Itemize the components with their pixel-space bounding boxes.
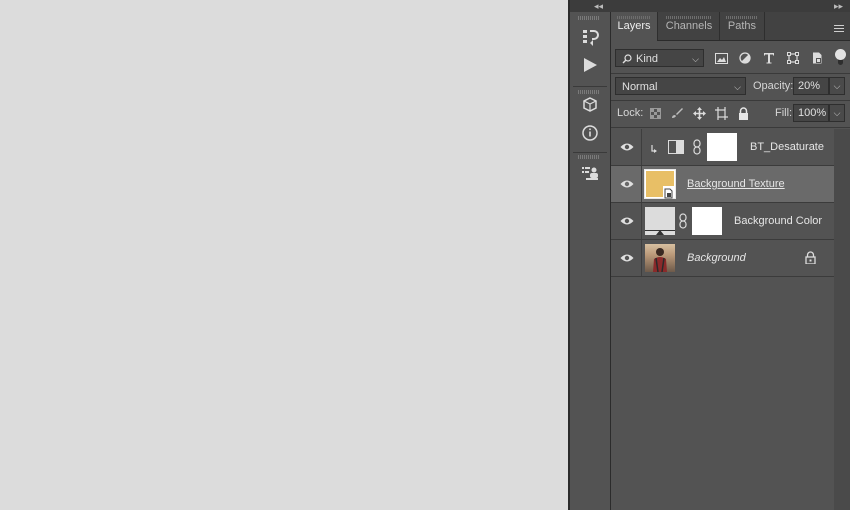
panel-menu-icon[interactable]: [834, 20, 844, 32]
adjustment-filter-icon[interactable]: [735, 49, 755, 67]
divider: [641, 203, 642, 239]
tab-paths[interactable]: Paths: [719, 12, 765, 40]
fill-dropdown[interactable]: ⌵: [829, 104, 845, 122]
tab-label: Layers: [617, 20, 651, 32]
lock-artboard-icon[interactable]: [711, 104, 731, 122]
tab-layers[interactable]: Layers: [611, 12, 657, 41]
divider: [611, 73, 850, 74]
chevron-down-icon: ⌵: [692, 54, 699, 64]
3d-cube-icon[interactable]: [577, 92, 603, 118]
tab-grip: [617, 16, 651, 19]
divider: [641, 240, 642, 276]
visibility-eye-icon[interactable]: [619, 177, 635, 191]
chevron-down-icon: ⌵: [833, 81, 841, 91]
lock-label: Lock:: [617, 107, 644, 119]
clipping-arrow-icon: [651, 142, 659, 160]
play-actions-icon[interactable]: [577, 52, 603, 78]
opacity-field[interactable]: 20%: [793, 77, 829, 95]
panel-icon-strip: [570, 12, 611, 510]
search-icon: [622, 54, 632, 64]
blend-mode-select[interactable]: Normal ⌵: [615, 77, 746, 95]
fill-field[interactable]: 100%: [793, 104, 829, 122]
chevron-down-icon: ⌵: [734, 82, 741, 92]
collapse-left-icon[interactable]: ◂◂: [594, 0, 603, 12]
lock-row: Lock: Fill: 100% ⌵: [611, 104, 850, 122]
link-chain-icon[interactable]: [693, 139, 701, 160]
divider: [611, 100, 850, 101]
layers-scrollbar[interactable]: [834, 129, 850, 510]
adjustment-layer-icon: [668, 140, 684, 154]
blend-row: Normal ⌵ Opacity: 20% ⌵: [611, 77, 850, 95]
visibility-eye-icon[interactable]: [619, 214, 635, 228]
filter-toggle-knob: [835, 49, 846, 60]
layer-row[interactable]: Background Color: [611, 203, 834, 240]
panel-tab-bar: Layers Channels Paths: [611, 12, 850, 41]
filter-row: Kind ⌵: [611, 49, 850, 67]
filter-toggle[interactable]: [834, 49, 846, 67]
type-filter-icon[interactable]: [759, 49, 779, 67]
smart-object-filter-icon[interactable]: [807, 49, 827, 67]
tab-grip: [666, 16, 712, 19]
opacity-value: 20%: [798, 80, 821, 92]
layer-name: Background: [687, 252, 746, 264]
visibility-eye-icon[interactable]: [619, 251, 635, 265]
lock-transparent-icon[interactable]: [645, 104, 665, 122]
filter-kind-label: Kind: [636, 53, 659, 65]
layer-name[interactable]: Background Texture: [687, 178, 785, 190]
fill-layer-thumbnail[interactable]: [645, 207, 675, 235]
lock-brush-icon[interactable]: [667, 104, 687, 122]
divider: [641, 166, 642, 202]
divider: [641, 129, 642, 165]
visibility-eye-icon[interactable]: [619, 140, 635, 154]
layer-lock-icon: [805, 251, 816, 269]
opacity-label: Opacity:: [753, 80, 794, 92]
chevron-down-icon: ⌵: [833, 108, 841, 118]
layers-list: BT_Desaturate Background Texture Backgro…: [611, 129, 850, 510]
tab-channels[interactable]: Channels: [657, 12, 720, 40]
photo-thumbnail[interactable]: [645, 244, 675, 272]
tab-grip: [726, 16, 758, 19]
layer-mask-thumbnail[interactable]: [692, 207, 722, 235]
link-chain-icon[interactable]: [679, 213, 687, 234]
pixel-filter-icon[interactable]: [711, 49, 731, 67]
lock-move-icon[interactable]: [689, 104, 709, 122]
document-canvas[interactable]: [0, 0, 568, 510]
tab-label: Paths: [727, 20, 757, 32]
opacity-dropdown[interactable]: ⌵: [829, 77, 845, 95]
layer-row[interactable]: Background Texture: [611, 166, 834, 203]
info-icon[interactable]: [577, 120, 603, 146]
fill-label: Fill:: [775, 107, 793, 119]
tab-label: Channels: [665, 20, 713, 32]
tool-separator: [573, 152, 607, 153]
smart-object-badge-icon: [663, 186, 674, 199]
grip-icon[interactable]: [578, 16, 600, 20]
layer-mask-thumbnail[interactable]: [707, 133, 737, 161]
grip-icon[interactable]: [578, 155, 600, 159]
collapse-right-icon[interactable]: ▸▸: [834, 0, 843, 12]
panel-collapse-bar: ◂◂ ▸▸: [570, 0, 850, 12]
properties-icon[interactable]: [577, 160, 603, 186]
history-icon[interactable]: [577, 24, 603, 50]
tool-separator: [573, 86, 607, 87]
layer-name: Background Color: [734, 215, 823, 227]
layer-row[interactable]: BT_Desaturate: [611, 129, 834, 166]
filter-kind-select[interactable]: Kind ⌵: [615, 49, 704, 67]
layer-row[interactable]: Background: [611, 240, 834, 277]
fill-value: 100%: [798, 107, 827, 119]
layer-thumbnail[interactable]: [644, 169, 676, 199]
fill-triangle-icon: [656, 230, 664, 235]
divider: [611, 127, 850, 128]
blend-mode-value: Normal: [622, 81, 658, 93]
shape-filter-icon[interactable]: [783, 49, 803, 67]
person-photo-icon: [653, 248, 667, 272]
layer-name: BT_Desaturate: [750, 141, 824, 153]
layers-panel: Layers Channels Paths Kind ⌵ Normal ⌵ Op…: [611, 12, 850, 510]
lock-all-icon[interactable]: [733, 104, 753, 122]
